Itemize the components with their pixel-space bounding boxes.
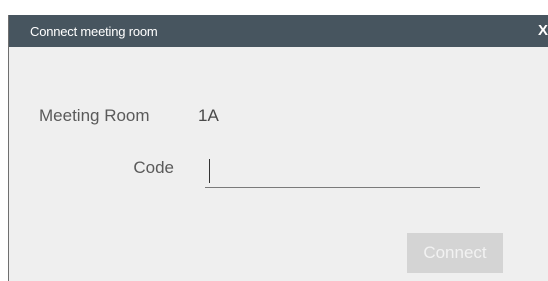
code-input[interactable] (205, 154, 480, 188)
dialog-title: Connect meeting room (30, 24, 158, 39)
meeting-room-label: Meeting Room (39, 106, 150, 125)
code-label: Code (133, 158, 174, 177)
connect-button[interactable]: Connect (407, 233, 503, 273)
close-icon[interactable]: X (538, 22, 548, 39)
dialog-titlebar: Connect meeting room X (9, 15, 548, 47)
connect-meeting-room-dialog: Connect meeting room X Meeting Room 1A C… (8, 15, 548, 281)
text-cursor (209, 159, 210, 183)
meeting-room-value: 1A (198, 106, 219, 125)
